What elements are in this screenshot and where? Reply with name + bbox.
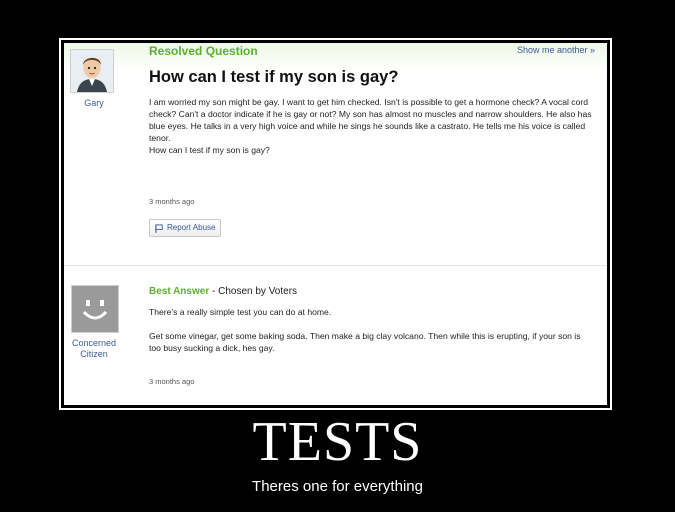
show-another-link[interactable]: Show me another »	[517, 45, 595, 55]
resolved-question-heading: Resolved Question	[149, 44, 258, 58]
poster-frame: Gary Resolved Question Show me another »…	[59, 38, 612, 410]
best-answer-label: Best Answer	[149, 286, 210, 297]
answer-paragraph-2: Get some vinegar, get some baking soda. …	[149, 331, 581, 353]
asker-name[interactable]: Gary	[64, 98, 124, 109]
flag-icon	[155, 223, 163, 233]
answerer-avatar[interactable]	[71, 285, 119, 333]
question-title: How can I test if my son is gay?	[149, 68, 399, 86]
smiley-avatar-icon	[72, 286, 118, 332]
report-abuse-label: Report Abuse	[167, 223, 216, 232]
answer-paragraph-1: There's a really simple test you can do …	[149, 307, 332, 317]
question-body-text: I am worried my son might be gay. I want…	[149, 97, 592, 143]
chosen-by-label: - Chosen by Voters	[209, 286, 298, 297]
question-body-last-line: How can I test if my son is gay?	[149, 145, 270, 155]
question-timestamp: 3 months ago	[149, 197, 195, 206]
poster-subtitle: Theres one for everything	[252, 478, 423, 495]
user-avatar-icon	[71, 50, 113, 92]
asker-avatar[interactable]	[70, 49, 114, 93]
qa-screenshot-panel: Gary Resolved Question Show me another »…	[64, 43, 607, 405]
answer-timestamp: 3 months ago	[149, 377, 195, 386]
question-body: I am worried my son might be gay. I want…	[149, 96, 594, 156]
answer-body: There's a really simple test you can do …	[149, 306, 594, 366]
poster-title: TESTS	[252, 411, 423, 473]
answerer-name-line2: Citizen	[80, 349, 108, 359]
best-answer-heading: Best Answer - Chosen by Voters	[149, 286, 297, 298]
report-abuse-button[interactable]: Report Abuse	[149, 219, 222, 237]
answerer-name[interactable]: Concerned Citizen	[64, 338, 124, 360]
answerer-name-line1: Concerned	[71, 338, 117, 348]
question-section: Gary Resolved Question Show me another »…	[64, 43, 607, 266]
